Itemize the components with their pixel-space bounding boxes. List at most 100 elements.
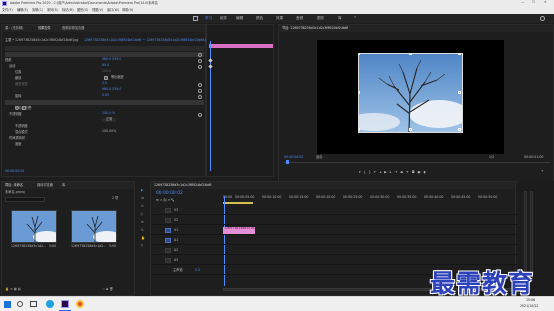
workspace-color[interactable]: 颜色 bbox=[256, 16, 263, 21]
home-icon[interactable] bbox=[193, 16, 198, 21]
program-canvas[interactable] bbox=[317, 40, 504, 154]
ripple-edit-tool-icon[interactable]: ↔ bbox=[141, 204, 144, 209]
workspace-assembly[interactable]: 组件 bbox=[220, 16, 227, 21]
playhead-marker[interactable] bbox=[286, 160, 289, 164]
track-select-tool-icon[interactable]: ⇉ bbox=[141, 196, 144, 201]
workspace-more-icon[interactable]: » bbox=[354, 15, 356, 20]
comparison-icon[interactable]: ▣ bbox=[417, 170, 420, 174]
anchor-value[interactable]: 960.0 539.0 bbox=[102, 87, 121, 92]
transform-handle[interactable] bbox=[409, 54, 412, 55]
ellipse-mask-icon[interactable] bbox=[15, 106, 19, 110]
track-target-button[interactable] bbox=[165, 208, 171, 213]
track-a2[interactable]: A2 bbox=[151, 246, 517, 255]
premiere-taskbar-icon[interactable] bbox=[61, 300, 69, 308]
position-value[interactable]: 960.0 539.0 bbox=[102, 57, 121, 62]
work-area-bar[interactable] bbox=[223, 202, 253, 204]
menu-graphics[interactable]: 图形(G) bbox=[77, 8, 88, 13]
menu-help[interactable]: 帮助(H) bbox=[122, 8, 133, 13]
ec-row-speed[interactable]: 速度 100.00% bbox=[5, 129, 204, 145]
track-v3[interactable]: V3 bbox=[151, 206, 517, 215]
razor-tool-icon[interactable]: ◊ bbox=[141, 212, 143, 217]
extract-icon[interactable]: ⏷ bbox=[406, 170, 409, 174]
ec-row-antiflicker[interactable]: 防闪烁滤镜 0.00 bbox=[5, 93, 204, 109]
program-scrubber[interactable] bbox=[284, 162, 550, 163]
tab-libraries[interactable]: 库 bbox=[62, 183, 65, 188]
video-frame[interactable] bbox=[358, 53, 463, 133]
mark-out-icon[interactable]: } bbox=[369, 170, 371, 174]
tab-project[interactable]: 项目: 未命名 bbox=[5, 183, 23, 188]
menu-file[interactable]: 文件(F) bbox=[2, 8, 13, 13]
reset-icon[interactable] bbox=[198, 83, 202, 87]
time-ruler[interactable]: 00:00 00:00:05:00 00:00:10:00 00:00:15:0… bbox=[223, 195, 515, 205]
tab-media-browser[interactable]: 媒体浏览器 bbox=[37, 183, 53, 188]
windows-start-icon[interactable] bbox=[4, 301, 11, 308]
reset-icon[interactable] bbox=[198, 89, 202, 93]
lift-icon[interactable]: ⏏ bbox=[400, 170, 403, 174]
fit-select[interactable]: 适合 bbox=[316, 155, 322, 160]
new-bin-icon[interactable]: ▭ bbox=[102, 287, 105, 291]
close-button[interactable]: ✕ bbox=[544, 0, 547, 5]
add-marker-icon[interactable]: ▾ bbox=[359, 170, 361, 174]
add-marker-icon[interactable]: ▾ bbox=[168, 198, 170, 202]
transform-handle[interactable] bbox=[359, 54, 360, 55]
blend-mode-select[interactable]: 正常 bbox=[102, 117, 117, 122]
hand-tool-icon[interactable]: ✋ bbox=[141, 236, 145, 241]
wrench-icon[interactable]: 🔧 bbox=[171, 198, 175, 202]
menu-window[interactable]: 窗口(W) bbox=[107, 8, 119, 13]
workspace-editing[interactable]: 编辑 bbox=[236, 16, 243, 21]
track-target-button[interactable] bbox=[165, 228, 171, 233]
vr-icon[interactable]: ◐ bbox=[423, 170, 426, 174]
step-forward-icon[interactable]: ▸ bbox=[390, 170, 392, 174]
uniform-scale-checkbox[interactable] bbox=[104, 76, 108, 80]
maximize-button[interactable]: ☐ bbox=[532, 0, 535, 5]
source-clip-label[interactable]: 主要 * 1269738258d3c1d2c3f8924bf24b6f.jpg bbox=[5, 38, 78, 43]
linked-select-icon[interactable]: ⛓ bbox=[163, 198, 167, 202]
workspace-audio[interactable]: 音频 bbox=[296, 16, 303, 21]
transform-handle[interactable] bbox=[458, 91, 461, 94]
pen-tool-icon[interactable]: ✎ bbox=[141, 228, 144, 233]
menu-sequence[interactable]: 序列(S) bbox=[47, 8, 58, 13]
play-icon[interactable]: ▶ bbox=[384, 170, 386, 174]
effect-controls-timeline[interactable] bbox=[206, 24, 274, 177]
list-view-icon[interactable]: ≡ bbox=[10, 287, 13, 291]
write-protect-icon[interactable]: 🔒 bbox=[5, 287, 9, 291]
antiflicker-value[interactable]: 0.00 bbox=[102, 93, 109, 98]
go-to-out-icon[interactable]: ⇥ bbox=[394, 170, 397, 174]
mark-in-icon[interactable]: { bbox=[364, 170, 366, 174]
menu-clip[interactable]: 剪辑(C) bbox=[32, 8, 43, 13]
project-search-input[interactable] bbox=[5, 197, 45, 202]
tab-program[interactable]: 节目: 1269738258d3c1d2c3f8924bf24b6f bbox=[282, 26, 348, 31]
keyframe-icon[interactable] bbox=[208, 58, 213, 63]
ec-timecode[interactable]: 00:00:00:02 bbox=[5, 169, 24, 174]
reset-icon[interactable] bbox=[198, 113, 202, 117]
tab-sequence[interactable]: 1269738258d3c1d2c3f8924bf24b6f bbox=[154, 183, 212, 188]
type-tool-icon[interactable]: T bbox=[141, 244, 143, 249]
slip-tool-icon[interactable]: ⇹ bbox=[141, 220, 144, 225]
reset-icon[interactable] bbox=[198, 95, 202, 99]
rotation-value[interactable]: 0.0 bbox=[102, 81, 107, 86]
transform-handle[interactable] bbox=[409, 128, 412, 131]
reset-icon[interactable] bbox=[198, 53, 202, 57]
menu-edit[interactable]: 编辑(E) bbox=[17, 8, 28, 13]
program-timecode[interactable]: 00:00:00:02 bbox=[284, 155, 303, 160]
track-target-button[interactable] bbox=[165, 258, 171, 263]
keyframe-icon[interactable] bbox=[208, 64, 213, 69]
add-button-icon[interactable]: + bbox=[541, 169, 544, 174]
project-item-name[interactable]: 1269738258d3c1d2... bbox=[71, 244, 106, 249]
clip-bar[interactable] bbox=[209, 44, 273, 48]
menu-marker[interactable]: 标记(M) bbox=[62, 8, 74, 13]
project-item-name[interactable]: 1269738258d3c1d2... bbox=[11, 244, 46, 249]
trash-icon[interactable]: 🗑 bbox=[109, 287, 113, 291]
track-a1[interactable]: A1 bbox=[151, 236, 517, 245]
minimize-button[interactable]: — bbox=[521, 0, 524, 5]
sequence-clip-label[interactable]: 1269738258d3c1d2c3f8924bf24b6f ~ 1269738… bbox=[84, 38, 210, 43]
pen-mask-icon[interactable]: ✎ bbox=[29, 105, 32, 110]
track-v2[interactable]: V2 bbox=[151, 216, 517, 225]
taskbar-clock[interactable]: 15:06 bbox=[526, 298, 535, 303]
camera-icon[interactable]: ◘ bbox=[412, 170, 415, 174]
workspace-graphics[interactable]: 图形 bbox=[317, 16, 324, 21]
taskbar-date[interactable]: 2021/10/22 bbox=[520, 304, 538, 309]
chrome-icon[interactable] bbox=[76, 300, 84, 308]
workspace-libraries[interactable]: 库 bbox=[338, 16, 342, 21]
workspace-learn[interactable]: 学习 bbox=[205, 16, 212, 21]
